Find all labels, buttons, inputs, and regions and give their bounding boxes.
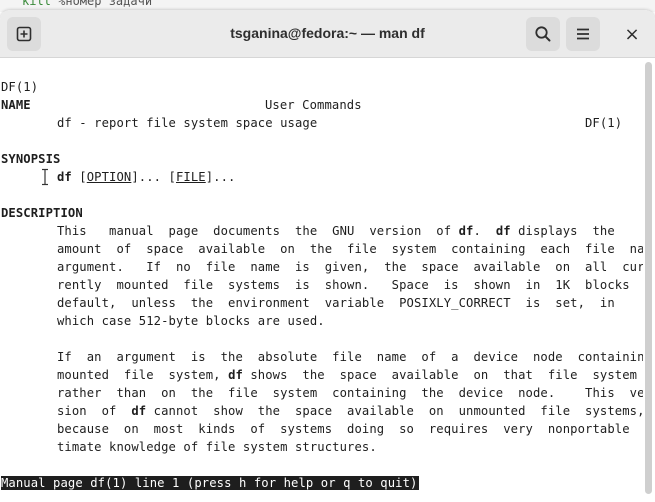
desc-line: because on most kinds of systems doing s… xyxy=(57,422,643,436)
synopsis-cmd: df xyxy=(57,170,72,184)
background-rest: %номер задачи xyxy=(50,0,153,8)
synopsis-part: [ xyxy=(71,170,87,184)
terminal-window: tsganina@fedora:~ — man df × DF(1) User … xyxy=(0,10,655,502)
search-button[interactable] xyxy=(526,17,560,51)
vertical-scrollbar[interactable] xyxy=(645,62,652,494)
pager-status-line: Manual page df(1) line 1 (press h for he… xyxy=(1,474,419,492)
desc-line: amount of space available on the file sy… xyxy=(57,242,643,256)
desc-text: displays the xyxy=(510,224,615,238)
synopsis-file: FILE xyxy=(176,170,206,184)
desc-line: default, unless the environment variable… xyxy=(57,296,615,310)
man-header: DF(1) User Commands DF(1) xyxy=(1,60,642,130)
desc-cmd: df xyxy=(131,404,147,418)
close-button[interactable]: × xyxy=(615,17,649,51)
desc-line: timate knowledge of file system structur… xyxy=(57,440,377,454)
synopsis-heading: SYNOPSIS xyxy=(1,152,61,166)
desc-text: . xyxy=(473,224,496,238)
text-cursor-ibeam-icon xyxy=(42,168,48,186)
hamburger-menu-icon xyxy=(577,28,589,40)
window-title: tsganina@fedora:~ — man df xyxy=(230,25,425,41)
desc-text: mounted file system, xyxy=(57,368,229,382)
synopsis-line: df [OPTION]... [FILE]... xyxy=(57,168,236,186)
new-tab-icon xyxy=(16,26,32,42)
desc-cmd: df xyxy=(228,368,243,382)
desc-line: which case 512-byte blocks are used. xyxy=(57,314,325,328)
background-keyword: kill xyxy=(22,0,51,8)
desc-line: argument. If no file name is given, the … xyxy=(57,260,643,274)
synopsis-part: ]... xyxy=(205,170,236,184)
desc-cmd: df xyxy=(458,224,474,238)
synopsis-part: ]... [ xyxy=(131,170,176,184)
terminal-content[interactable]: DF(1) User Commands DF(1) NAME df - repo… xyxy=(0,58,643,502)
header-right: DF(1) xyxy=(585,116,623,130)
desc-text: shows the space available on that file s… xyxy=(242,368,638,382)
description-heading: DESCRIPTION xyxy=(1,206,83,220)
desc-line: rather than on the file system containin… xyxy=(57,386,643,400)
status-text: Manual page df(1) line 1 (press h for he… xyxy=(1,476,419,490)
search-icon xyxy=(535,26,551,42)
background-terminal-text: kill %номер задачи xyxy=(22,0,152,7)
desc-text: cannot show the space available on unmou… xyxy=(146,404,643,418)
desc-line: sion of df cannot show the space availab… xyxy=(57,402,643,420)
header-left: DF(1) xyxy=(1,80,39,94)
desc-line: mounted file system, df shows the space … xyxy=(57,366,637,384)
synopsis-option: OPTION xyxy=(86,170,132,184)
menu-button[interactable] xyxy=(566,17,600,51)
new-tab-button[interactable] xyxy=(7,17,41,51)
header-center: User Commands xyxy=(265,98,362,112)
desc-text: sion of xyxy=(57,404,132,418)
name-text: df - report file system space usage xyxy=(57,116,318,130)
name-heading: NAME xyxy=(1,98,31,112)
desc-cmd: df xyxy=(495,224,511,238)
desc-line: rently mounted file systems is shown. Sp… xyxy=(57,278,643,292)
close-icon: × xyxy=(624,23,640,45)
desc-line: This manual page documents the GNU versi… xyxy=(57,222,615,240)
desc-line: If an argument is the absolute file name… xyxy=(57,350,643,364)
title-bar: tsganina@fedora:~ — man df × xyxy=(0,10,655,58)
desc-text: This manual page documents the GNU versi… xyxy=(57,224,459,238)
